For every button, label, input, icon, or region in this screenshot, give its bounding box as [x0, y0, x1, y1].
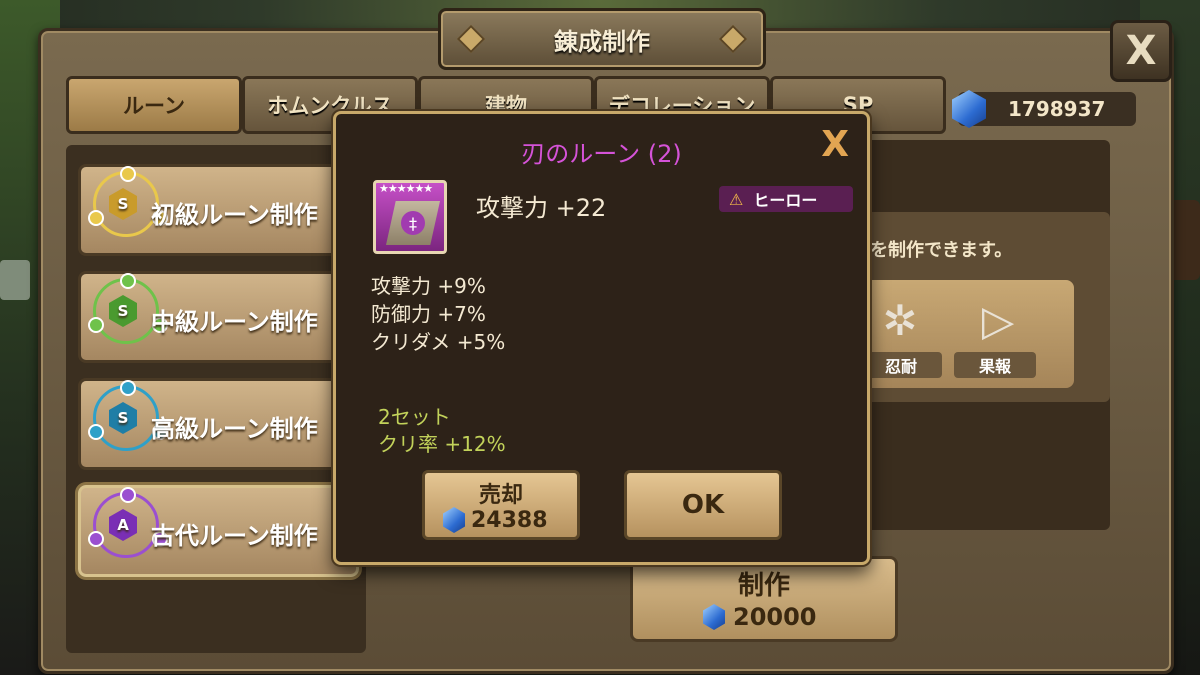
- main-stat: 攻撃力 +22: [476, 194, 607, 222]
- diamond-ornament-icon: [718, 24, 748, 54]
- rune-menu-label: 初級ルーン制作: [151, 201, 318, 229]
- window-title: 錬成制作: [554, 27, 650, 56]
- sub-stat: クリダメ +5%: [371, 330, 506, 354]
- reward-rune-icon[interactable]: ▷: [968, 290, 1028, 350]
- close-window-button[interactable]: X: [1110, 20, 1172, 82]
- crystal-balance: 1798937: [952, 90, 1136, 128]
- sell-button[interactable]: 売却 24388: [422, 470, 580, 540]
- side-decoration: [0, 260, 30, 300]
- rune-set-list: ✲ 忍耐 ▷ 果報: [846, 280, 1074, 388]
- craft-button-label: 制作: [737, 571, 790, 601]
- crystal-amount: 1798937: [1008, 97, 1106, 121]
- tab-label: ルーン: [123, 94, 185, 118]
- sub-stat: 攻撃力 +9%: [371, 274, 486, 298]
- diamond-ornament-icon: [456, 24, 486, 54]
- rune-grade-badge: ⚠ ヒーロー: [719, 186, 853, 212]
- rune-detail-popup: 刃のルーン (2) X ★★★★★★ ‡ 攻撃力 +22 ⚠ ヒーロー 攻撃力 …: [333, 111, 870, 565]
- craft-button[interactable]: 制作 20000: [630, 556, 898, 642]
- blade-rune-icon: ★★★★★★ ‡: [373, 180, 447, 254]
- grade-triangle-icon: ⚠: [729, 189, 744, 209]
- window-title-plate: 錬成制作: [438, 8, 766, 70]
- close-popup-button[interactable]: X: [821, 124, 849, 165]
- rune-menu-label: 中級ルーン制作: [151, 308, 318, 336]
- ok-label: OK: [681, 490, 725, 520]
- rune-menu-label: 高級ルーン制作: [151, 415, 318, 443]
- crystal-gem-icon: [703, 604, 725, 630]
- set-bonus-line: 2セット: [378, 405, 451, 429]
- set-bonus-line: クリ率 +12%: [378, 432, 506, 456]
- sell-price-value: 24388: [471, 507, 548, 533]
- rune-menu-label: 古代ルーン制作: [151, 522, 318, 550]
- ok-button[interactable]: OK: [624, 470, 782, 540]
- sub-stats: 攻撃力 +9% 防御力 +7% クリダメ +5%: [371, 272, 505, 356]
- endure-rune-icon[interactable]: ✲: [870, 290, 930, 350]
- set-label: 果報: [954, 352, 1036, 378]
- craft-cost-value: 20000: [733, 603, 817, 631]
- sell-label: 売却: [478, 483, 523, 508]
- craft-cost: 20000: [703, 603, 817, 631]
- set-label: 忍耐: [860, 352, 942, 378]
- set-bonus: 2セット クリ率 +12%: [378, 404, 506, 458]
- tab-rune[interactable]: ルーン: [66, 76, 242, 134]
- intermediate-rune-craft-button[interactable]: S 中級ルーン制作: [78, 271, 359, 363]
- beginner-rune-craft-button[interactable]: S 初級ルーン制作: [78, 164, 359, 256]
- rune-stars: ★★★★★★: [379, 182, 433, 195]
- crystal-gem-icon: [443, 507, 465, 533]
- advanced-rune-craft-button[interactable]: S 高級ルーン制作: [78, 378, 359, 470]
- rune-title: 刃のルーン (2): [521, 140, 682, 168]
- close-icon: X: [1125, 28, 1157, 74]
- sell-price: 24388: [443, 507, 548, 533]
- grade-label: ヒーロー: [753, 191, 818, 210]
- rune-shape: ‡: [386, 201, 440, 245]
- sub-stat: 防御力 +7%: [371, 302, 486, 326]
- craft-hint-text: ンを制作できます。: [852, 240, 1013, 261]
- blade-glyph-icon: ‡: [401, 211, 425, 235]
- ancient-rune-craft-button[interactable]: A 古代ルーン制作: [78, 485, 359, 577]
